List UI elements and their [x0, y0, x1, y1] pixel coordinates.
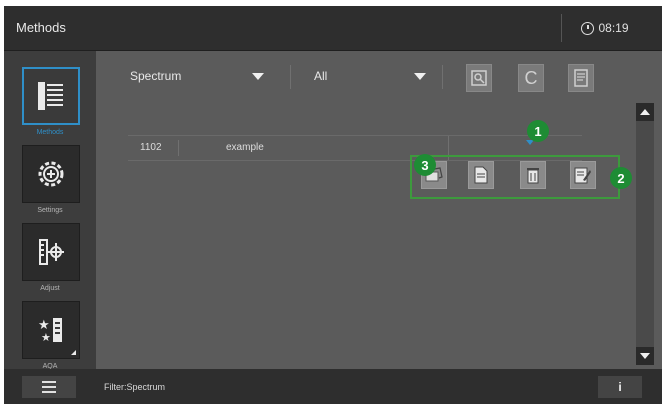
sidebar-item-adjust[interactable] [22, 223, 80, 281]
scrollbar[interactable] [636, 103, 654, 365]
sidebar: Methods Settings Adjust ★ ★ AQA [4, 51, 96, 370]
document-button[interactable] [568, 64, 594, 92]
info-icon: i [618, 380, 622, 394]
trash-icon [527, 168, 539, 184]
title-bar: Methods 08:19 [4, 6, 662, 51]
scroll-down-button[interactable] [636, 347, 654, 365]
sidebar-item-settings[interactable] [22, 145, 80, 203]
clear-icon: C [524, 67, 538, 88]
hamburger-icon-line [42, 386, 56, 388]
gear-icon [38, 161, 64, 187]
list-icon [38, 82, 63, 110]
sidebar-item-label: Settings [37, 207, 63, 214]
edit-button[interactable] [570, 161, 596, 189]
arrow-up-icon [640, 109, 650, 115]
hamburger-icon [42, 381, 56, 383]
svg-text:★: ★ [41, 331, 51, 344]
divider [178, 140, 179, 156]
search-icon [471, 70, 487, 86]
divider [442, 65, 443, 89]
chevron-down-icon[interactable] [414, 73, 426, 80]
adjust-icon [39, 239, 64, 265]
type-dropdown[interactable]: Spectrum [130, 69, 181, 83]
scroll-up-button[interactable] [636, 103, 654, 121]
main-content: Spectrum All C 1102 example 1 2 3 [96, 51, 662, 369]
hamburger-icon-line [42, 391, 56, 393]
time-label: 08:19 [598, 21, 629, 35]
chevron-down-icon[interactable] [252, 73, 264, 80]
filter-dropdown[interactable]: All [314, 69, 327, 83]
row-name: example [226, 142, 264, 153]
divider [290, 65, 291, 89]
document-icon [574, 69, 588, 87]
type-dropdown-value: Spectrum [130, 69, 182, 83]
new-document-icon [474, 166, 488, 184]
page-title: Methods [16, 20, 66, 35]
app-window: Methods 08:19 Methods Settings Adjust ★ … [4, 6, 662, 404]
bottom-bar: Filter:Spectrum i [4, 369, 662, 404]
sidebar-item-label: Adjust [40, 285, 60, 292]
callout-badge: 2 [610, 167, 632, 189]
clock-display: 08:19 [561, 14, 648, 42]
search-button[interactable] [466, 64, 492, 92]
menu-button[interactable] [22, 376, 76, 398]
aqa-icon: ★ ★ [38, 318, 62, 344]
corner-indicator-icon [71, 350, 76, 355]
row-id: 1102 [140, 142, 162, 153]
sidebar-item-aqa[interactable]: ★ ★ [22, 301, 80, 359]
callout-badge: 1 [527, 120, 549, 142]
info-button[interactable]: i [598, 376, 642, 398]
filter-status: Filter:Spectrum [104, 382, 166, 392]
new-document-button[interactable] [468, 161, 494, 189]
clock-icon [581, 21, 595, 35]
clear-button[interactable]: C [518, 64, 544, 92]
callout-badge: 3 [414, 154, 436, 176]
edit-icon [574, 167, 591, 184]
sidebar-item-methods[interactable] [22, 67, 80, 125]
filter-dropdown-value: All [314, 69, 328, 83]
delete-button[interactable] [520, 161, 546, 189]
sidebar-item-label: Methods [36, 129, 64, 136]
arrow-down-icon [640, 353, 650, 359]
